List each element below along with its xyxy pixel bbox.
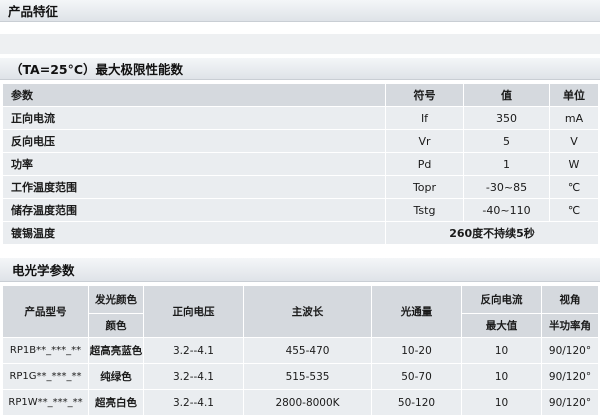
table-row: RP1B**_***_** 超高亮蓝色 3.2--4.1 455-470 10-…	[2, 337, 599, 364]
flux-cell: 50-70	[371, 363, 462, 390]
unit-cell: V	[549, 129, 599, 153]
header-model: 产品型号	[2, 285, 89, 338]
param-cell: 镀锡温度	[2, 221, 386, 245]
angle-cell: 90/120°	[541, 389, 599, 416]
color-cell: 超高亮蓝色	[88, 337, 144, 364]
symbol-cell: If	[385, 106, 464, 130]
param-cell: 储存温度范围	[2, 198, 386, 222]
header-unit: 单位	[549, 83, 599, 107]
electro-header-row-1: 产品型号 发光颜色 正向电压 主波长 光通量 反向电流 视角	[2, 285, 599, 338]
wavelength-cell: 455-470	[243, 337, 372, 364]
param-cell: 工作温度范围	[2, 175, 386, 199]
model-cell: RP1G**_***_**	[2, 363, 89, 390]
color-cell: 纯绿色	[88, 363, 144, 390]
header-color-bottom: 颜色	[88, 313, 144, 338]
value-cell: -30~85	[463, 175, 550, 199]
flux-cell: 10-20	[371, 337, 462, 364]
symbol-cell: Tstg	[385, 198, 464, 222]
section-title-features: 产品特征	[0, 0, 600, 22]
header-symbol: 符号	[385, 83, 464, 107]
limits-header-row: 参数 符号 值 单位	[2, 83, 599, 107]
divider-strip	[0, 34, 600, 54]
table-row: 正向电流 If 350 mA	[2, 106, 599, 130]
value-cell: -40~110	[463, 198, 550, 222]
solder-note-cell: 260度不持续5秒	[385, 221, 599, 245]
header-param: 参数	[2, 83, 386, 107]
current-cell: 10	[461, 363, 542, 390]
value-cell: 5	[463, 129, 550, 153]
current-cell: 10	[461, 337, 542, 364]
section-title-limits: （TA=25°C）最大极限性能数	[0, 58, 600, 80]
current-cell: 10	[461, 389, 542, 416]
electro-optical-table: 产品型号 发光颜色 正向电压 主波长 光通量 反向电流 视角 颜色 最大值 半功…	[2, 285, 599, 416]
header-flux: 光通量	[371, 285, 462, 338]
table-row-solder: 镀锡温度 260度不持续5秒	[2, 221, 599, 245]
header-angle-bottom: 半功率角	[541, 313, 599, 338]
model-cell: RP1W**_***_**	[2, 389, 89, 416]
param-cell: 功率	[2, 152, 386, 176]
symbol-cell: Pd	[385, 152, 464, 176]
angle-cell: 90/120°	[541, 363, 599, 390]
param-cell: 正向电流	[2, 106, 386, 130]
flux-cell: 50-120	[371, 389, 462, 416]
model-cell: RP1B**_***_**	[2, 337, 89, 364]
symbol-cell: Vr	[385, 129, 464, 153]
header-reverse-current-bottom: 最大值	[461, 313, 542, 338]
angle-cell: 90/120°	[541, 337, 599, 364]
unit-cell: ℃	[549, 198, 599, 222]
section-title-electro: 电光学参数	[0, 258, 600, 282]
symbol-cell: Topr	[385, 175, 464, 199]
voltage-cell: 3.2--4.1	[143, 337, 244, 364]
value-cell: 1	[463, 152, 550, 176]
header-value: 值	[463, 83, 550, 107]
wavelength-cell: 2800-8000K	[243, 389, 372, 416]
table-row: 功率 Pd 1 W	[2, 152, 599, 176]
value-cell: 350	[463, 106, 550, 130]
header-wavelength: 主波长	[243, 285, 372, 338]
header-forward-voltage: 正向电压	[143, 285, 244, 338]
param-cell: 反向电压	[2, 129, 386, 153]
table-row: 储存温度范围 Tstg -40~110 ℃	[2, 198, 599, 222]
table-row: 工作温度范围 Topr -30~85 ℃	[2, 175, 599, 199]
table-row: RP1W**_***_** 超亮白色 3.2--4.1 2800-8000K 5…	[2, 389, 599, 416]
header-reverse-current-top: 反向电流	[461, 285, 542, 314]
unit-cell: ℃	[549, 175, 599, 199]
wavelength-cell: 515-535	[243, 363, 372, 390]
voltage-cell: 3.2--4.1	[143, 389, 244, 416]
color-cell: 超亮白色	[88, 389, 144, 416]
header-angle-top: 视角	[541, 285, 599, 314]
voltage-cell: 3.2--4.1	[143, 363, 244, 390]
unit-cell: W	[549, 152, 599, 176]
header-color-top: 发光颜色	[88, 285, 144, 314]
table-row: RP1G**_***_** 纯绿色 3.2--4.1 515-535 50-70…	[2, 363, 599, 390]
table-row: 反向电压 Vr 5 V	[2, 129, 599, 153]
unit-cell: mA	[549, 106, 599, 130]
limits-table: 参数 符号 值 单位 正向电流 If 350 mA 反向电压 Vr 5 V 功率…	[2, 83, 599, 245]
